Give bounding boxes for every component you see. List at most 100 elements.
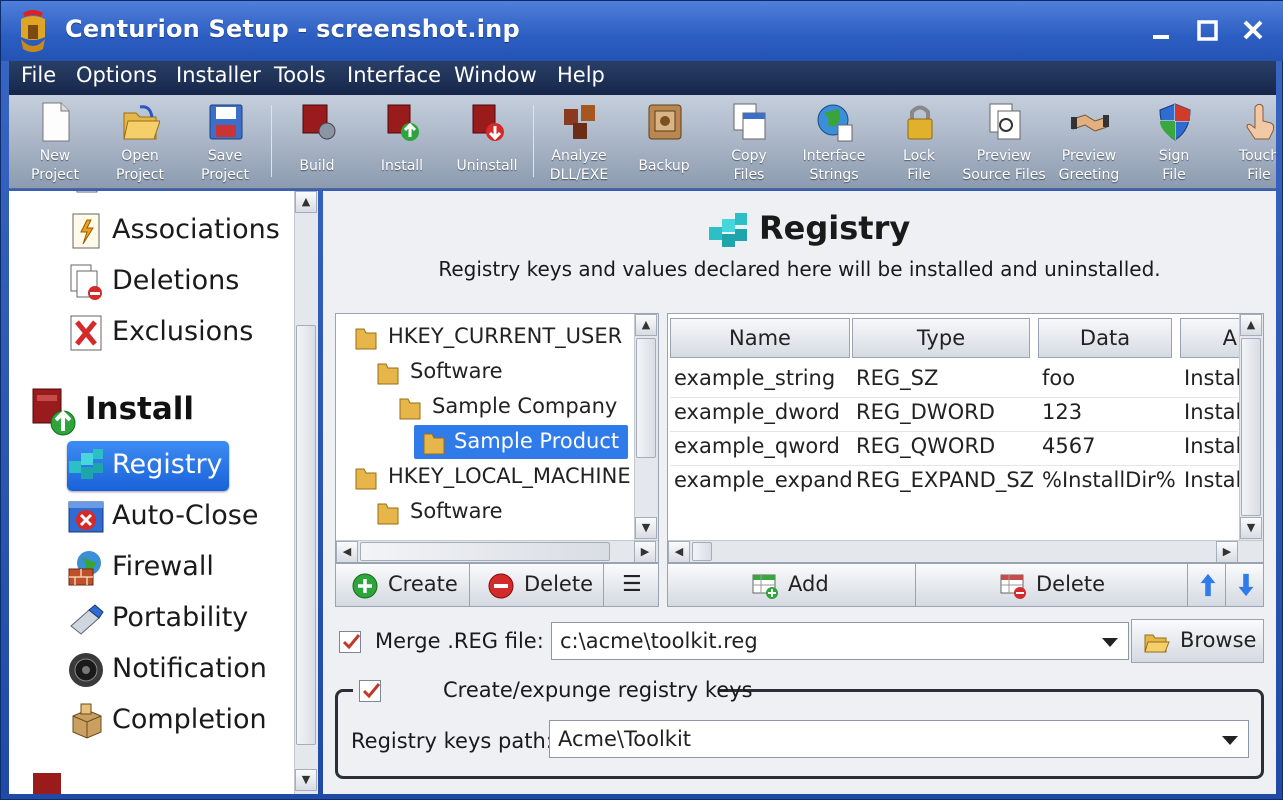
scroll-left-button[interactable]: ◀ [336,541,358,562]
menu-interface[interactable]: Interface [347,63,441,87]
install-button[interactable]: Install [360,101,444,185]
table-cell[interactable]: 4567 [1042,434,1095,458]
table-cell[interactable]: 123 [1042,400,1082,424]
table-cell[interactable]: example_expand [674,468,853,492]
table-cell[interactable]: REG_DWORD [856,400,995,424]
menu-file[interactable]: File [21,63,56,87]
chevron-down-icon[interactable] [1102,638,1118,647]
scroll-thumb[interactable] [360,542,610,561]
maximize-button[interactable] [1189,13,1225,49]
touch-file-button[interactable]: Touch File [1217,101,1276,185]
table-cell[interactable]: Instal [1184,468,1241,492]
interface-strings-button[interactable]: Interface Strings [792,101,876,185]
table-cell[interactable]: foo [1042,366,1075,390]
grid-hscrollbar[interactable]: ◀ ▶ [668,540,1263,562]
merge-reg-file-combo[interactable]: c:\acme\toolkit.reg [551,622,1129,660]
table-cell[interactable]: REG_EXPAND_SZ [856,468,1034,492]
grid-vscrollbar[interactable]: ▲ ▼ [1239,314,1263,540]
delete-value-button[interactable]: Delete [916,564,1188,606]
sidebar-scrollbar[interactable]: ▲ ▼ [294,191,318,794]
registry-values-grid[interactable]: Name Type Data A example_string REG_SZ f… [667,313,1264,563]
new-project-icon [42,102,70,142]
section-install[interactable]: Install [31,387,291,437]
uninstall-button[interactable]: Uninstall [445,101,529,185]
lock-icon [907,105,933,140]
window-title: Centurion Setup - screenshot.inp [65,15,520,43]
sidebar-item-associations[interactable]: Associations [67,209,294,253]
menu-help[interactable]: Help [557,63,605,87]
expunge-checkbox[interactable] [359,680,381,702]
table-cell[interactable]: %InstallDir% [1042,468,1176,492]
sidebar-item-firewall[interactable]: Firewall [67,546,294,590]
scroll-thumb[interactable] [1241,338,1261,516]
scroll-thumb[interactable] [296,325,316,745]
tree-hscrollbar[interactable]: ◀ ▶ [336,540,658,562]
scroll-down-button[interactable]: ▼ [1240,517,1262,539]
preview-greeting-button[interactable]: Preview Greeting [1047,101,1131,185]
preview-source-files-button[interactable]: Preview Source Files [962,101,1046,185]
table-cell[interactable]: example_qword [674,434,840,458]
add-value-button[interactable]: Add [668,564,916,606]
scroll-down-button[interactable]: ▼ [295,769,317,791]
sidebar-item-registry[interactable]: Registry [67,444,294,488]
scroll-up-button[interactable]: ▲ [1240,314,1262,336]
sidebar-item-exclusions[interactable]: Exclusions [67,311,294,355]
tree-vscrollbar[interactable]: ▲ ▼ [634,314,658,540]
menu-window[interactable]: Window [454,63,537,87]
browse-button[interactable]: Browse [1131,619,1264,663]
menu-options[interactable]: Options [76,63,157,87]
scroll-thumb[interactable] [636,338,656,458]
scroll-down-button[interactable]: ▼ [635,517,657,539]
maximize-icon [1197,20,1218,41]
delete-key-button[interactable]: Delete [470,564,604,606]
move-up-button[interactable] [1188,564,1226,606]
create-key-button[interactable]: Create [336,564,470,606]
tree-menu-button[interactable]: ☰ [604,564,658,606]
table-cell[interactable]: Instal [1184,400,1241,424]
firewall-icon [68,551,101,586]
sign-file-button[interactable]: Sign File [1132,101,1216,185]
scroll-up-button[interactable]: ▲ [295,191,317,213]
scroll-right-button[interactable]: ▶ [634,541,656,562]
table-cell[interactable]: REG_QWORD [856,434,995,458]
chevron-down-icon[interactable] [1222,736,1238,745]
close-button[interactable] [1235,13,1271,49]
sidebar-item-portability[interactable]: Portability [67,597,294,641]
scroll-up-button[interactable]: ▲ [635,314,657,336]
table-cell[interactable]: example_dword [674,400,840,424]
merge-reg-checkbox[interactable] [339,631,361,653]
table-cell[interactable]: REG_SZ [856,366,938,390]
menu-installer[interactable]: Installer [176,63,261,87]
sidebar-item-auto-close[interactable]: Auto-Close [67,495,294,539]
scroll-right-button[interactable]: ▶ [1216,541,1238,562]
scroll-left-button[interactable]: ◀ [668,541,690,562]
build-button[interactable]: Build [275,101,359,185]
backup-button[interactable]: Backup [622,101,706,185]
lock-file-button[interactable]: Lock File [877,101,961,185]
column-header-data[interactable]: Data [1038,318,1172,358]
analyze-dll-exe-button[interactable]: Analyze DLL/EXE [537,101,621,185]
table-cell[interactable]: example_string [674,366,835,390]
usb-drive-icon [70,604,104,635]
column-header-name[interactable]: Name [670,318,850,358]
table-cell[interactable]: Instal [1184,366,1241,390]
menu-tools[interactable]: Tools [274,63,326,87]
column-header-type[interactable]: Type [852,318,1030,358]
registry-keys-path-combo[interactable]: Acme\Toolkit [549,720,1249,758]
tree-node-label: HKEY_LOCAL_MACHINE [388,464,631,488]
sidebar-item-notification[interactable]: Notification [67,648,294,692]
table-cell[interactable]: Instal [1184,434,1241,458]
sidebar-item-completion[interactable]: Completion [67,699,294,743]
title-bar[interactable]: Centurion Setup - screenshot.inp [1,1,1283,61]
column-header-action[interactable]: A [1180,318,1242,358]
open-project-button[interactable]: Open Project [98,101,182,185]
save-project-button[interactable]: Save Project [183,101,267,185]
minimize-button[interactable] [1143,13,1179,49]
registry-key-tree[interactable]: HKEY_CURRENT_USER Software Sample Compan… [335,313,659,563]
sidebar-item-deletions[interactable]: Deletions [67,260,294,304]
scroll-thumb[interactable] [692,542,712,561]
expunge-group-legend: Create/expunge registry keys [353,677,753,707]
new-project-button[interactable]: New Project [13,101,97,185]
move-down-button[interactable] [1226,564,1264,606]
copy-files-button[interactable]: Copy Files [707,101,791,185]
